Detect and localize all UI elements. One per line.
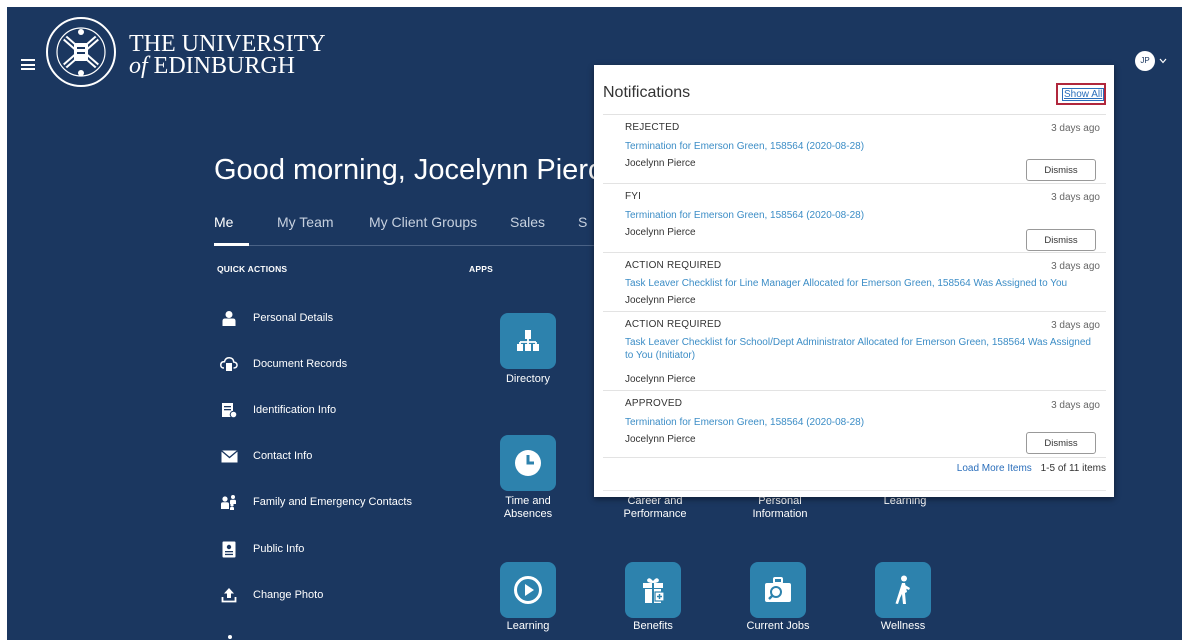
quick-action-label: Personal Details	[253, 312, 334, 324]
notification-person: Jocelynn Pierce	[625, 227, 696, 238]
quick-action-personal-details[interactable]: Personal Details	[219, 306, 333, 330]
quick-action-label: Public Info	[253, 543, 305, 555]
briefcase-search-icon	[765, 577, 791, 602]
tab-sales[interactable]: Sales	[510, 214, 545, 230]
badge-icon	[219, 540, 239, 558]
quick-action-label: Family and Emergency Contacts	[253, 496, 412, 508]
quick-action-change-photo[interactable]: Change Photo	[219, 583, 323, 607]
footer-divider	[603, 490, 1106, 491]
app-label-personal-information: Personal Information	[752, 495, 808, 520]
notification-item: ACTION REQUIRED 3 days ago Task Leaver C…	[603, 253, 1106, 312]
apps-heading: APPS	[469, 264, 493, 274]
notification-time: 3 days ago	[1051, 320, 1100, 331]
university-name-line1: THE UNIVERSITY	[129, 31, 326, 57]
greeting-heading: Good morning, Jocelynn Pierce	[214, 154, 619, 186]
notification-item: APPROVED 3 days ago Termination for Emer…	[603, 391, 1106, 458]
clock-icon	[515, 450, 541, 476]
app-label-career-and-performance: Career and Performance	[623, 495, 687, 520]
app-screen: THE UNIVERSITY of EDINBURGH 8 JP Good mo…	[7, 7, 1182, 640]
app-label-current-jobs: Current Jobs	[746, 620, 810, 632]
quick-action-label: Change Photo	[253, 589, 324, 601]
notification-person: Jocelynn Pierce	[625, 158, 696, 169]
tab-divider	[214, 245, 594, 246]
notification-time: 3 days ago	[1051, 192, 1100, 203]
notification-person: Jocelynn Pierce	[625, 434, 696, 445]
notification-link[interactable]: Task Leaver Checklist for Line Manager A…	[625, 277, 1095, 290]
app-tile-current-jobs[interactable]	[750, 562, 806, 618]
tab-partial[interactable]: S	[578, 214, 587, 230]
app-label-benefits: Benefits	[633, 620, 673, 632]
dismiss-button[interactable]: Dismiss	[1026, 229, 1096, 251]
university-name-line2: EDINBURGH	[153, 53, 295, 79]
dismiss-button[interactable]: Dismiss	[1026, 432, 1096, 454]
menu-icon[interactable]	[21, 59, 35, 70]
app-tile-benefits[interactable]	[625, 562, 681, 618]
avatar[interactable]: JP	[1135, 51, 1155, 71]
notification-link[interactable]: Termination for Emerson Green, 158564 (2…	[625, 416, 1095, 429]
notification-status: ACTION REQUIRED	[625, 260, 722, 271]
notification-link[interactable]: Termination for Emerson Green, 158564 (2…	[625, 140, 1095, 153]
app-label-directory: Directory	[505, 373, 550, 385]
app-tile-wellness[interactable]	[875, 562, 931, 618]
org-chart-icon	[517, 330, 539, 351]
notification-time: 3 days ago	[1051, 400, 1100, 411]
quick-action-label: Document Records	[253, 358, 348, 370]
notifications-panel: Notifications Show All REJECTED 3 days a…	[594, 65, 1114, 497]
gift-icon	[643, 578, 665, 603]
tab-me[interactable]: Me	[214, 214, 233, 230]
chevron-down-icon[interactable]	[1159, 58, 1167, 64]
notification-time: 3 days ago	[1051, 261, 1100, 272]
app-label-time-and-absences: Time and Absences	[503, 495, 553, 520]
quick-action-public-info[interactable]: Public Info	[219, 537, 304, 561]
notification-link[interactable]: Termination for Emerson Green, 158564 (2…	[625, 209, 1095, 222]
id-card-icon	[219, 401, 239, 419]
notification-item: REJECTED 3 days ago Termination for Emer…	[603, 115, 1106, 184]
load-more-link[interactable]: Load More Items	[957, 463, 1032, 474]
envelope-icon	[219, 447, 239, 465]
notifications-footer: Load More Items 1-5 of 11 items	[957, 463, 1106, 474]
notification-status: APPROVED	[625, 398, 683, 409]
tab-my-team[interactable]: My Team	[277, 214, 334, 230]
show-all-link[interactable]: Show All	[1062, 88, 1105, 101]
play-circle-icon	[514, 576, 542, 604]
notification-item: ACTION REQUIRED 3 days ago Task Leaver C…	[603, 312, 1106, 391]
notification-status: REJECTED	[625, 122, 680, 133]
app-tile-directory[interactable]	[500, 313, 556, 369]
quick-action-label: Identification Info	[253, 404, 337, 416]
active-tab-indicator	[214, 243, 249, 246]
university-crest-logo[interactable]	[45, 16, 117, 88]
app-label-learning: Learning	[506, 620, 550, 632]
app-tile-learning[interactable]	[500, 562, 556, 618]
quick-action-label: Contact Info	[253, 450, 313, 462]
notification-person: Jocelynn Pierce	[625, 295, 696, 306]
cloud-document-icon	[219, 355, 239, 373]
dismiss-button[interactable]: Dismiss	[1026, 159, 1096, 181]
quick-action-identification-info[interactable]: Identification Info	[219, 398, 336, 422]
quick-action-partial	[225, 631, 235, 640]
person-icon	[219, 309, 239, 327]
family-icon	[219, 493, 239, 511]
notification-link[interactable]: Task Leaver Checklist for School/Dept Ad…	[625, 336, 1095, 362]
quick-action-family-emergency-contacts[interactable]: Family and Emergency Contacts	[219, 490, 412, 514]
app-label-wellness: Wellness	[880, 620, 926, 632]
notification-status: ACTION REQUIRED	[625, 319, 722, 330]
notification-person: Jocelynn Pierce	[625, 374, 696, 385]
items-count: 1-5 of 11 items	[1040, 463, 1106, 474]
quick-action-document-records[interactable]: Document Records	[219, 352, 347, 376]
walking-person-icon	[895, 575, 910, 604]
university-name[interactable]: THE UNIVERSITY of EDINBURGH	[129, 31, 326, 79]
quick-action-contact-info[interactable]: Contact Info	[219, 444, 312, 468]
tab-my-client-groups[interactable]: My Client Groups	[369, 214, 477, 230]
notification-item: FYI 3 days ago Termination for Emerson G…	[603, 184, 1106, 253]
notification-time: 3 days ago	[1051, 123, 1100, 134]
quick-actions-heading: QUICK ACTIONS	[217, 264, 288, 274]
notifications-title: Notifications	[603, 84, 691, 101]
app-tile-time-and-absences[interactable]	[500, 435, 556, 491]
upload-icon	[219, 586, 239, 604]
notification-status: FYI	[625, 191, 642, 202]
university-name-of: of	[129, 53, 148, 79]
